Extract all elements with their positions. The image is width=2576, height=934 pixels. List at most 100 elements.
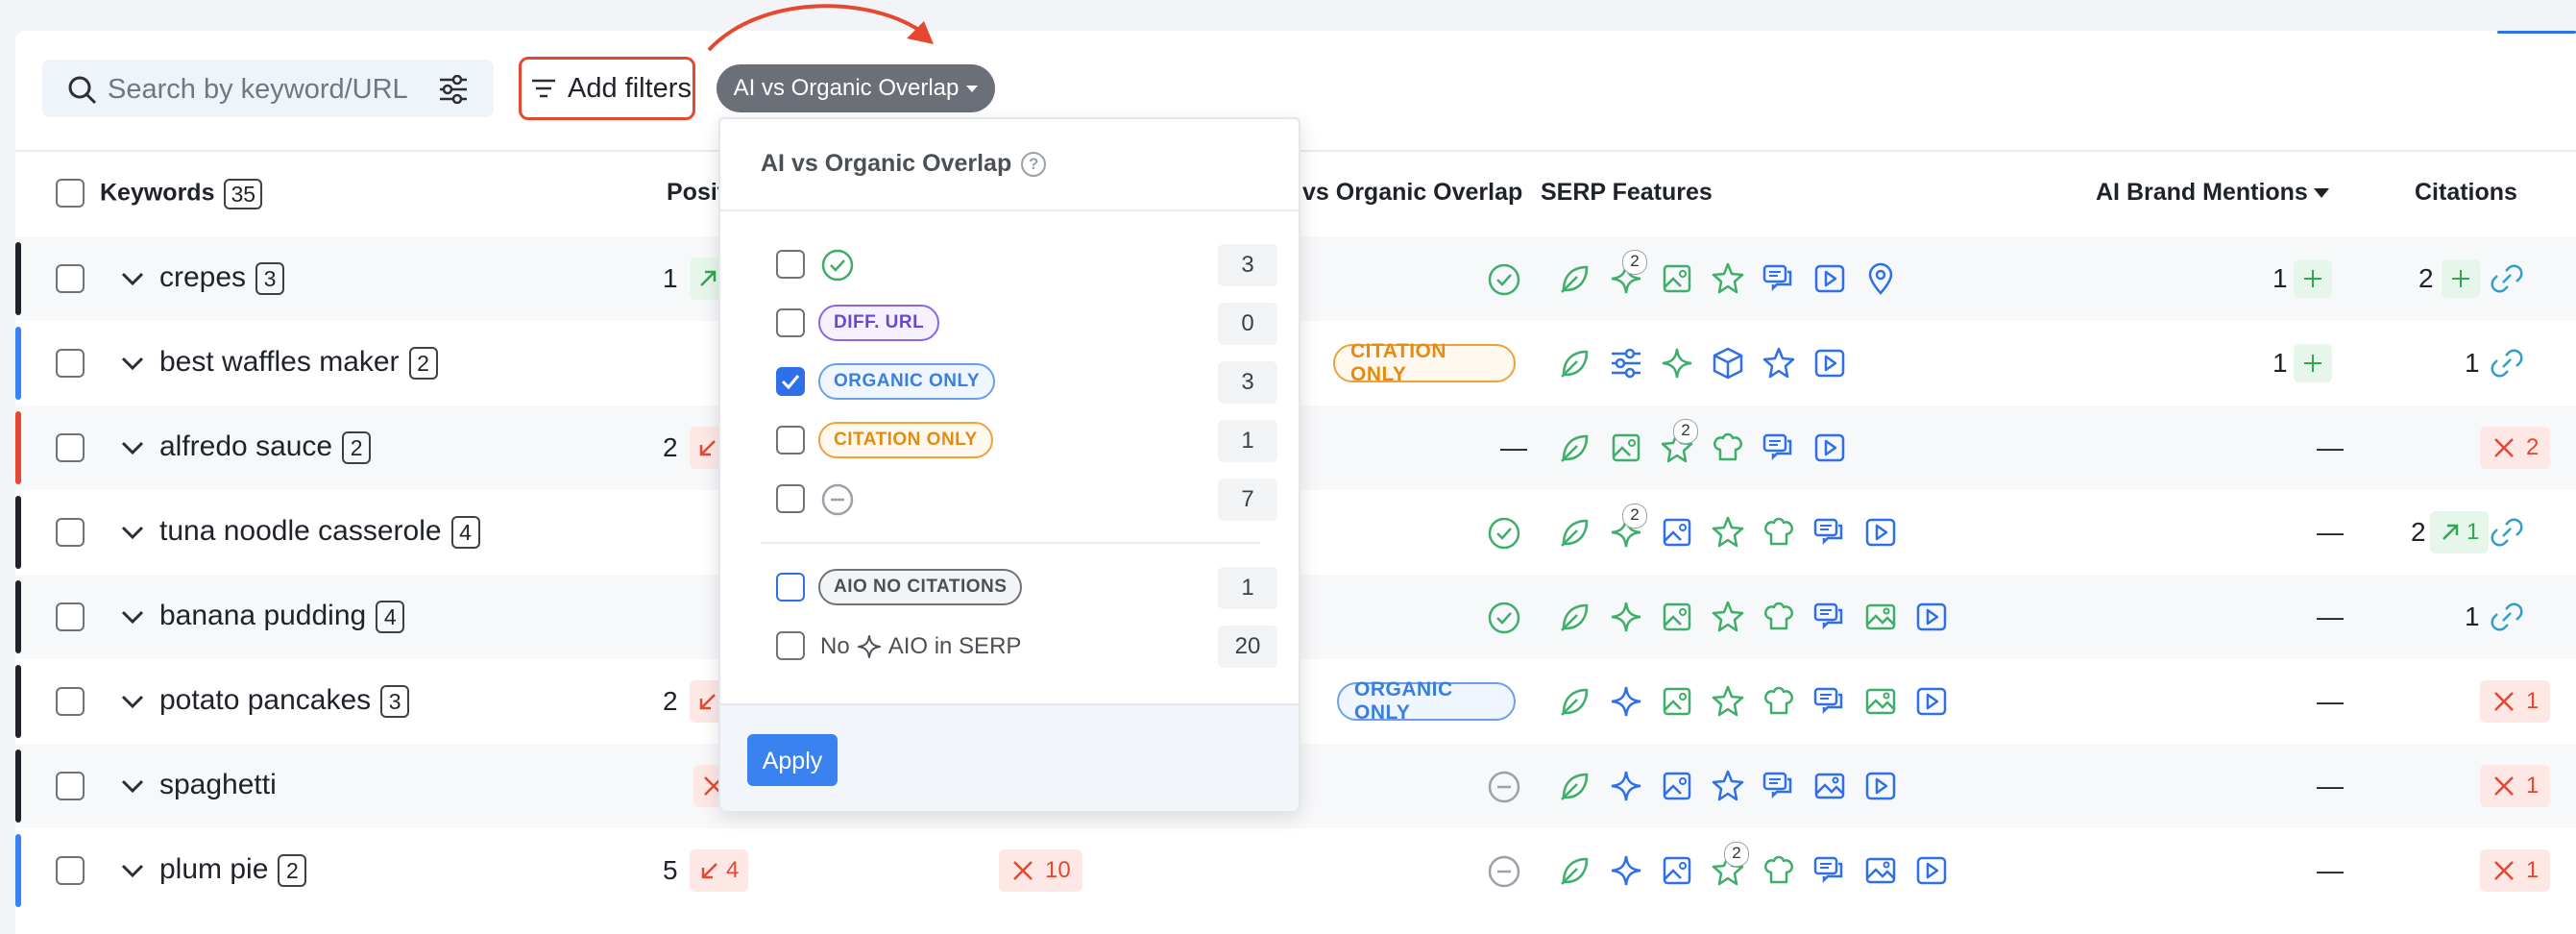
option-checkbox[interactable] [776,308,805,337]
citations-lost: 1 [2480,680,2551,723]
keyword-text: tuna noodle casserole [159,515,442,547]
chevron-down-icon[interactable] [119,603,146,630]
column-header-citations[interactable]: Citations [2415,179,2517,207]
column-header-keywords[interactable]: Keywords 35 [100,179,263,209]
option-checkbox-checked[interactable] [776,367,805,396]
chat-icon [1813,602,1843,628]
link-icon[interactable] [2490,263,2524,294]
video-icon [1865,518,1896,547]
filter-option-organic-only[interactable]: ORGANIC ONLY 3 [776,361,1277,404]
active-filter-chip[interactable]: AI vs Organic Overlap [717,64,995,112]
image-icon [1663,518,1691,547]
option-checkbox[interactable] [776,250,805,279]
select-all-checkbox[interactable] [56,179,85,208]
option-checkbox[interactable] [776,426,805,455]
ai-brand-mentions-label: AI Brand Mentions [2096,179,2308,206]
keywords-total-count: 35 [224,179,263,209]
citations-delta: 1 [2430,511,2490,553]
aio-no-citations-badge: AIO NO CITATIONS [818,569,1023,605]
search-box[interactable]: Search by keyword/URL [42,60,494,117]
apply-button[interactable]: Apply [747,734,838,786]
chevron-down-icon[interactable] [119,434,146,461]
serp-features [1558,765,1898,807]
chevron-down-icon[interactable] [119,350,146,377]
ai-position-lost-value: 10 [1045,857,1071,883]
keyword-cell[interactable]: spaghetti [159,769,277,801]
row-checkbox[interactable] [56,264,85,293]
chat-icon [1813,687,1843,713]
help-icon[interactable]: ? [1021,151,1047,177]
filter-option-none[interactable]: 7 [776,479,1277,521]
keyword-count: 3 [380,685,410,719]
row-checkbox[interactable] [56,433,85,462]
plus-icon[interactable] [2294,259,2332,298]
row-checkbox[interactable] [56,687,85,716]
chevron-down-icon[interactable] [119,519,146,546]
feature-count-badge: 2 [1724,842,1749,867]
check-circle-icon [1488,517,1520,550]
row-checkbox[interactable] [56,518,85,547]
row-indicator [15,750,21,823]
filter-option-citation-only[interactable]: CITATION ONLY 1 [776,420,1277,462]
keyword-cell[interactable]: plum pie 2 [159,853,307,888]
chevron-down-icon[interactable] [119,857,146,884]
check-circle-icon [1488,602,1520,634]
feature-count-badge: 2 [1622,504,1647,528]
option-checkbox[interactable] [776,573,805,602]
filter-option-no-aio[interactable]: No AIO in SERP 20 [776,626,1277,668]
link-icon[interactable] [2490,602,2524,632]
plus-icon[interactable] [2442,259,2480,298]
ai-overview-feature: 2 [1609,504,1647,550]
link-icon[interactable] [2490,517,2524,548]
row-indicator [15,834,21,907]
option-checkbox[interactable] [776,484,805,513]
row-checkbox[interactable] [56,772,85,800]
ai-mentions-value: — [2317,602,2344,631]
citations-lost-count: 2 [2526,434,2540,460]
row-checkbox[interactable] [56,856,85,885]
keyword-count: 2 [342,431,372,465]
position-value: 2 [663,686,678,716]
leaf-icon [1560,350,1589,379]
keyword-cell[interactable]: crepes 3 [159,261,285,296]
filter-option-overlap[interactable]: 3 [776,244,1277,286]
column-header-ai-brand-mentions[interactable]: AI Brand Mentions [2096,179,2329,207]
sliders-icon[interactable] [438,75,469,104]
video-icon [1916,856,1947,885]
sort-desc-icon[interactable] [2313,188,2329,199]
add-filters-button[interactable]: Add filters [519,57,695,120]
overlap-value: — [1500,432,1527,462]
chevron-down-icon[interactable] [119,688,146,715]
keyword-cell[interactable]: alfredo sauce 2 [159,430,372,465]
keyword-cell[interactable]: banana pudding 4 [159,600,405,634]
gallery-icon [1814,773,1845,799]
chevron-down-icon[interactable] [119,773,146,799]
keyword-cell[interactable]: potato pancakes 3 [159,684,410,719]
column-header-position[interactable]: Posit [667,179,725,207]
keyword-cell[interactable]: best waffles maker 2 [159,346,438,381]
row-checkbox[interactable] [56,349,85,378]
x-icon [2493,860,2515,881]
plus-icon[interactable] [2294,344,2332,382]
link-icon[interactable] [2490,348,2524,379]
dropdown-divider [720,209,1299,211]
table-row[interactable]: plum pie 2 5 4 10 2 — 1 [15,828,2576,913]
ai-position-lost: 10 [999,849,1082,892]
serp-features [1558,596,1949,638]
column-header-overlap[interactable]: vs Organic Overlap [1302,179,1522,207]
row-checkbox[interactable] [56,602,85,631]
ai-mentions-value: 1 [2272,263,2288,293]
arrow-up-icon [699,270,717,287]
annotation-arrow [707,4,934,52]
keyword-text: potato pancakes [159,684,372,716]
column-header-serp-features[interactable]: SERP Features [1541,179,1713,207]
arrow-down-icon [699,439,717,456]
ai-overview-feature: 2 [1609,250,1647,296]
keyword-cell[interactable]: tuna noodle casserole 4 [159,515,480,550]
search-input[interactable]: Search by keyword/URL [108,74,408,106]
filter-option-aio-no-citations[interactable]: AIO NO CITATIONS 1 [776,567,1277,609]
filter-option-diff-url[interactable]: DIFF. URL 0 [776,303,1277,345]
option-checkbox[interactable] [776,631,805,660]
chevron-down-icon[interactable] [119,265,146,292]
serp-features: 2 [1558,250,1898,300]
